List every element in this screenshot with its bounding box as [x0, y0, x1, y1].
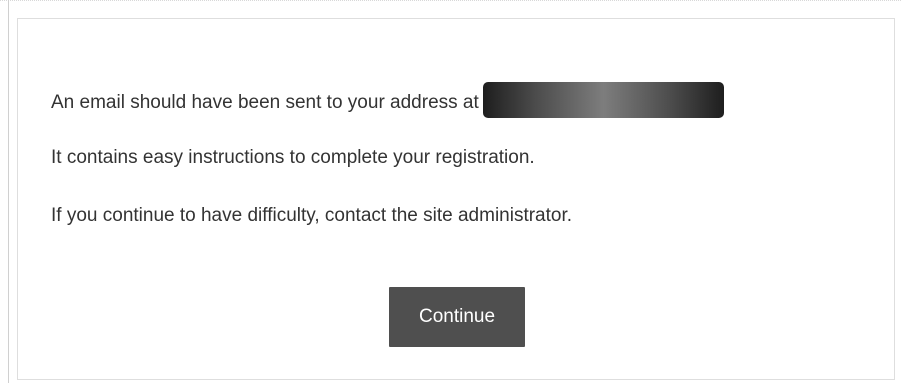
email-sent-message: An email should have been sent to your a…	[51, 82, 724, 118]
left-border	[8, 0, 9, 383]
top-border	[0, 0, 901, 1]
redacted-email-address	[482, 82, 724, 118]
continue-button[interactable]: Continue	[389, 287, 525, 347]
email-sent-text: An email should have been sent to your a…	[51, 92, 479, 114]
difficulty-message: If you continue to have difficulty, cont…	[51, 205, 573, 226]
confirmation-panel: An email should have been sent to your a…	[17, 18, 895, 380]
instructions-message: It contains easy instructions to complet…	[51, 147, 535, 168]
